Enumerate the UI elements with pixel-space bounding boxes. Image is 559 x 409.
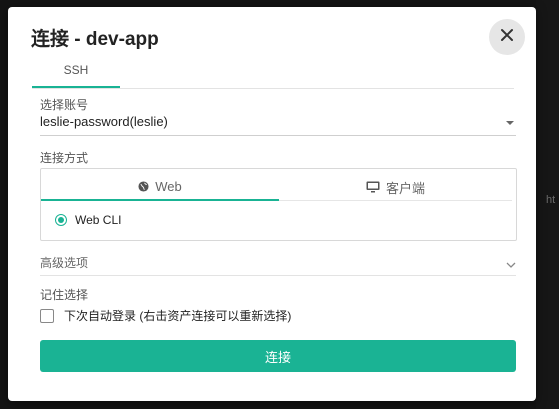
close-button[interactable]: [489, 19, 525, 55]
tab-client-label: 客户端: [385, 180, 425, 196]
connect-dialog: 连接 - dev-app SSH 选择账号 leslie-password(le…: [8, 7, 536, 401]
globe-icon: [138, 181, 149, 192]
account-label: 选择账号: [40, 98, 89, 112]
protocol-tabs: SSH: [32, 61, 514, 89]
background-text: ht: [546, 194, 556, 206]
connect-method-panel: Web 客户端 Web CLI: [40, 168, 517, 241]
remember-label: 记住选择: [40, 288, 89, 302]
auto-login-label: 下次自动登录 (右击资产连接可以重新选择): [64, 309, 292, 323]
tab-client[interactable]: 客户端: [279, 174, 512, 201]
radio-button[interactable]: [55, 214, 67, 226]
account-value: leslie-password(leslie): [40, 114, 168, 129]
caret-down-icon: [506, 121, 514, 125]
close-icon: [500, 28, 514, 47]
web-cli-option[interactable]: Web CLI: [55, 213, 121, 227]
tab-web-label: Web: [155, 179, 182, 194]
advanced-options-toggle[interactable]: 高级选项: [40, 251, 516, 276]
connect-method-label: 连接方式: [40, 151, 89, 165]
auto-login-option[interactable]: 下次自动登录 (右击资产连接可以重新选择): [40, 307, 291, 324]
connect-button[interactable]: 连接: [40, 340, 516, 372]
web-cli-label: Web CLI: [75, 213, 122, 227]
auto-login-checkbox[interactable]: [40, 308, 54, 323]
monitor-icon: [366, 181, 380, 193]
advanced-options-label: 高级选项: [40, 256, 89, 270]
tab-web[interactable]: Web: [41, 174, 279, 201]
tab-ssh[interactable]: SSH: [32, 61, 120, 88]
account-select[interactable]: leslie-password(leslie): [40, 113, 516, 136]
dialog-title: 连接 - dev-app: [31, 29, 159, 50]
chevron-down-icon: [506, 256, 516, 274]
